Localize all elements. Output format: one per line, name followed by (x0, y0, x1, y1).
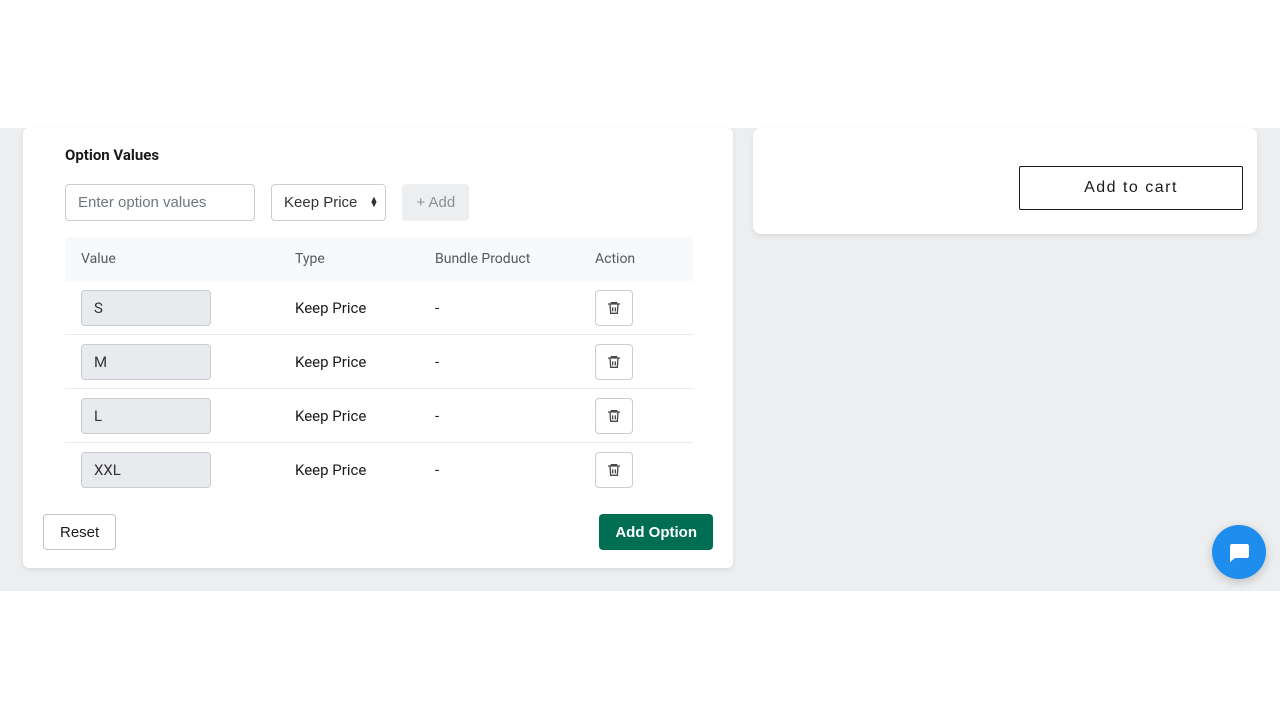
table-row: S Keep Price - (65, 281, 693, 335)
cell-action (595, 290, 675, 326)
trash-icon (606, 462, 622, 478)
cell-bundle: - (435, 461, 595, 479)
cell-action (595, 344, 675, 380)
price-type-select[interactable]: Keep Price ▲▼ (271, 184, 386, 221)
option-values-card: Option Values Keep Price ▲▼ + Add Value … (23, 128, 733, 568)
trash-icon (606, 354, 622, 370)
delete-row-button[interactable] (595, 344, 633, 380)
option-values-input-row: Keep Price ▲▼ + Add (23, 164, 733, 221)
cell-bundle: - (435, 299, 595, 317)
cell-bundle: - (435, 407, 595, 425)
cart-preview-card: Add to cart (753, 128, 1257, 234)
value-chip[interactable]: S (81, 290, 211, 326)
table-row: M Keep Price - (65, 335, 693, 389)
table-row: L Keep Price - (65, 389, 693, 443)
chat-icon (1227, 540, 1251, 564)
table-header: Value Type Bundle Product Action (65, 237, 693, 281)
cell-value: XXL (65, 452, 295, 488)
price-type-select-label: Keep Price (284, 194, 357, 211)
header-type: Type (295, 251, 435, 267)
cell-value: L (65, 398, 295, 434)
cell-action (595, 398, 675, 434)
cell-type: Keep Price (295, 461, 435, 479)
add-to-cart-button[interactable]: Add to cart (1019, 166, 1243, 210)
cell-type: Keep Price (295, 299, 435, 317)
add-option-button[interactable]: Add Option (599, 514, 713, 550)
value-chip[interactable]: M (81, 344, 211, 380)
option-values-title: Option Values (23, 128, 733, 164)
chat-widget-button[interactable] (1212, 525, 1266, 579)
header-bundle: Bundle Product (435, 251, 595, 267)
cell-value: M (65, 344, 295, 380)
add-value-button[interactable]: + Add (402, 184, 469, 221)
cell-type: Keep Price (295, 407, 435, 425)
value-chip[interactable]: XXL (81, 452, 211, 488)
delete-row-button[interactable] (595, 398, 633, 434)
header-value: Value (65, 251, 295, 267)
delete-row-button[interactable] (595, 452, 633, 488)
trash-icon (606, 408, 622, 424)
reset-button[interactable]: Reset (43, 514, 116, 550)
delete-row-button[interactable] (595, 290, 633, 326)
cell-type: Keep Price (295, 353, 435, 371)
value-chip[interactable]: L (81, 398, 211, 434)
table-row: XXL Keep Price - (65, 443, 693, 497)
option-values-table: Value Type Bundle Product Action S Keep … (65, 237, 693, 497)
header-action: Action (595, 251, 675, 267)
trash-icon (606, 300, 622, 316)
cell-bundle: - (435, 353, 595, 371)
price-type-select-button[interactable]: Keep Price (271, 184, 386, 221)
option-value-input[interactable] (65, 184, 255, 221)
card-footer: Reset Add Option (23, 497, 733, 550)
cell-value: S (65, 290, 295, 326)
cell-action (595, 452, 675, 488)
